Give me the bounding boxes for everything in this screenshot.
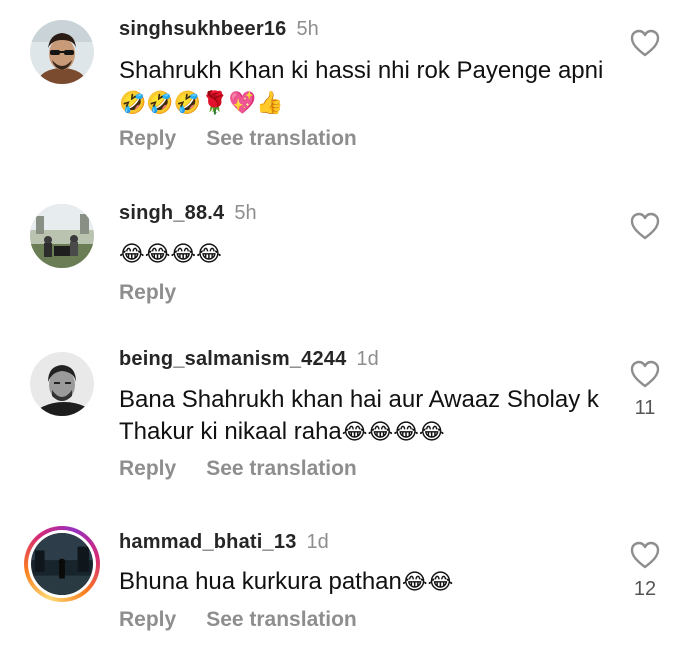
comment-emoji: 😂😂😂😂 <box>341 420 445 445</box>
reply-button[interactable]: Reply <box>119 608 176 631</box>
reply-button[interactable]: Reply <box>119 127 176 150</box>
avatar <box>28 530 96 598</box>
comment-meta: singh_88.4 5h <box>119 202 257 225</box>
see-translation-link[interactable]: See translation <box>206 608 357 631</box>
username[interactable]: hammad_bhati_13 <box>119 531 297 553</box>
profile-photo-icon <box>30 20 94 84</box>
comment-actions: Reply See translation <box>119 608 357 632</box>
timestamp: 5h <box>234 202 257 224</box>
heart-icon <box>630 360 660 388</box>
like-button[interactable] <box>629 211 661 241</box>
username[interactable]: being_salmanism_4244 <box>119 348 346 370</box>
comment-meta: being_salmanism_4244 1d <box>119 348 379 371</box>
comment-text: Shahrukh Khan ki hassi nhi rok Payenge a… <box>119 55 609 120</box>
comment-actions: Reply See translation <box>119 457 357 481</box>
see-translation-link[interactable]: See translation <box>206 127 357 150</box>
avatar[interactable] <box>30 352 94 416</box>
like-button[interactable] <box>629 540 661 570</box>
comment-emoji: 🤣🤣🤣🌹💖👍 <box>119 91 284 116</box>
comment-text: 😂😂😂😂 <box>119 238 609 271</box>
username[interactable]: singh_88.4 <box>119 202 224 224</box>
comment-item: hammad_bhati_13 1d Bhuna hua kurkura path… <box>0 500 700 651</box>
comment-meta: hammad_bhati_13 1d <box>119 531 329 554</box>
comment-meta: singhsukhbeer16 5h <box>119 18 319 41</box>
heart-icon <box>630 29 660 57</box>
comment-item: being_salmanism_4244 1d Bana Shahrukh kha… <box>0 330 700 500</box>
like-button[interactable] <box>629 359 661 389</box>
profile-photo-icon <box>31 533 93 595</box>
avatar-with-story-ring[interactable] <box>24 526 100 602</box>
see-translation-link[interactable]: See translation <box>206 457 357 480</box>
heart-icon <box>630 212 660 240</box>
comment-actions: Reply See translation <box>119 127 357 151</box>
username[interactable]: singhsukhbeer16 <box>119 18 287 40</box>
like-button[interactable] <box>629 28 661 58</box>
comment-item: singhsukhbeer16 5h Shahrukh Khan ki hassi… <box>0 0 700 170</box>
comment-body: Shahrukh Khan ki hassi nhi rok Payenge a… <box>119 57 604 84</box>
timestamp: 1d <box>356 348 379 370</box>
heart-icon <box>630 541 660 569</box>
comment-item: singh_88.4 5h 😂😂😂😂 Reply <box>0 170 700 330</box>
comment-text: Bana Shahrukh khan hai aur Awaaz Sholay … <box>119 384 609 449</box>
profile-photo-icon <box>30 352 94 416</box>
avatar[interactable] <box>30 20 94 84</box>
timestamp: 5h <box>296 18 319 40</box>
reply-button[interactable]: Reply <box>119 457 176 480</box>
like-count: 12 <box>633 578 657 600</box>
comment-emoji: 😂😂 <box>401 570 454 595</box>
avatar[interactable] <box>30 204 94 268</box>
reply-button[interactable]: Reply <box>119 281 176 304</box>
like-count: 11 <box>634 397 656 419</box>
timestamp: 1d <box>306 531 329 553</box>
comment-emoji: 😂😂😂😂 <box>119 242 222 267</box>
comment-text: Bhuna hua kurkura pathan😂😂 <box>119 566 609 599</box>
comment-body: Bhuna hua kurkura pathan <box>119 568 402 595</box>
profile-photo-icon <box>30 204 94 268</box>
comment-actions: Reply <box>119 281 176 305</box>
